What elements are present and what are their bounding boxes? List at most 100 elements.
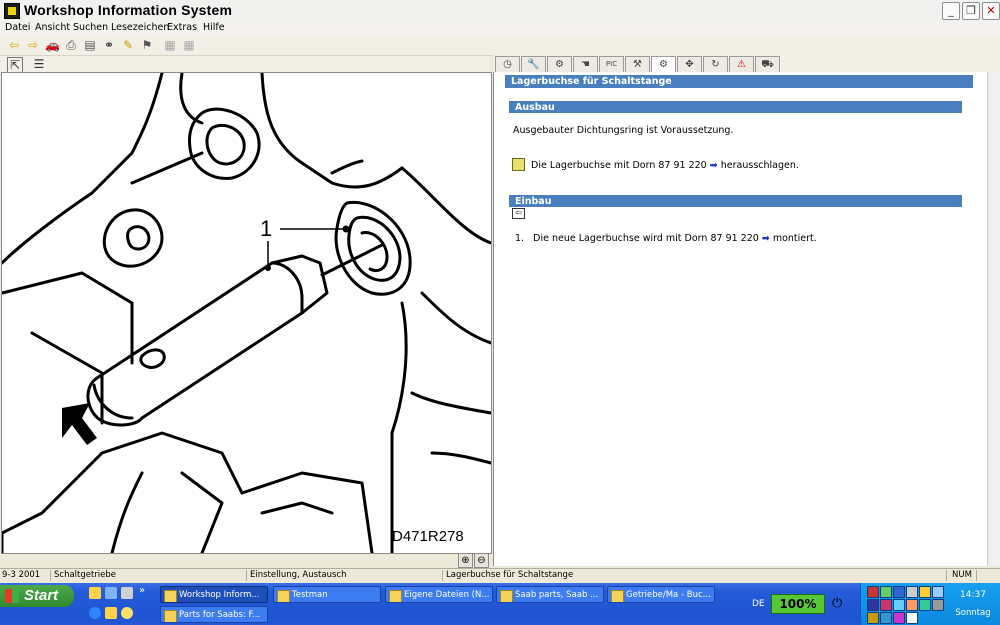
table-disabled-icon[interactable]: ▦ [182,38,196,52]
tab-car-lift[interactable]: ⛟ [755,56,780,72]
link-arrow-icon[interactable]: ➡ [710,160,718,171]
minimize-button[interactable]: _ [942,2,960,20]
tab-gears[interactable]: ⚙ [547,56,572,72]
tray-update-icon[interactable] [919,586,931,598]
folder-task-icon [389,590,402,602]
ausbau-step-text: Die Lagerbuchse mit Dorn 87 91 220 [531,160,707,171]
einbau-step-number: 1. [515,233,525,244]
task-testman[interactable]: Testman [273,586,381,603]
list-icon[interactable]: ☰ [32,57,46,71]
einbau-step-suffix: montiert. [772,233,817,244]
document-icon[interactable]: ▤ [83,38,97,52]
tab-rotate[interactable]: ↻ [703,56,728,72]
tab-warning[interactable]: ⚠ [729,56,754,72]
tray-wifi-icon[interactable] [919,599,931,611]
menu-ansicht[interactable]: Ansicht [35,22,70,33]
tray-sync-icon[interactable] [893,599,905,611]
title-bar[interactable]: Workshop Information System _ ❐ ✕ [0,0,1000,22]
maximize-button[interactable]: ❐ [962,2,980,20]
task-saab-parts[interactable]: Saab parts, Saab ... [496,586,604,603]
windows-flag-icon [5,589,19,603]
back-link-icon[interactable]: ⇦ [512,208,525,219]
info-tabs: ◷ 🔧 ⚙ ☚ PIC ⚒ ⚙ ✥ ↻ ⚠ ⛟ [493,55,1000,73]
tray-volume-icon[interactable] [932,586,944,598]
tray-bluetooth-icon[interactable] [893,586,905,598]
tray-device-icon[interactable] [932,599,944,611]
clock[interactable]: 14:37 [950,590,996,600]
tray-usb-icon[interactable] [906,612,918,624]
link-arrow-icon[interactable]: ➡ [762,233,770,244]
tray-printer-icon[interactable] [906,599,918,611]
menu-hilfe[interactable]: Hilfe [203,22,225,33]
tab-clock[interactable]: ◷ [495,56,520,72]
bookmark-icon[interactable]: ⚑ [140,38,154,52]
forward-arrow-icon[interactable]: ⇨ [26,38,40,52]
folder2-icon[interactable] [105,607,117,619]
menu-datei[interactable]: Datei [5,22,30,33]
status-page: Lagerbuchse für Schaltstange [444,570,947,581]
ausbau-note: Ausgebauter Dichtungsring ist Voraussetz… [513,125,734,136]
vertical-scrollbar[interactable] [987,72,1000,566]
grid-disabled-icon[interactable]: ▦ [163,38,177,52]
tab-hand[interactable]: ☚ [573,56,598,72]
browser-icon[interactable] [89,607,101,619]
tray-chat-icon[interactable] [893,612,905,624]
page-title: Lagerbuchse für Schaltstange [505,75,973,88]
illustration-pane: 1 [0,71,493,555]
tab-wrench[interactable]: 🔧 [521,56,546,72]
quicklaunch-more-icon[interactable]: » [139,585,145,596]
menu-bar: Datei Ansicht Suchen Lesezeichen Extras … [0,21,1000,35]
zoom-out-button[interactable]: ⊖ [474,553,489,568]
ausbau-step-suffix: herausschlagen. [720,160,799,171]
start-label: Start [24,587,59,604]
menu-extras[interactable]: Extras [167,22,197,33]
ausbau-step: Die Lagerbuchse mit Dorn 87 91 220 ➡ her… [531,160,799,171]
section-einbau-heading: Einbau [509,195,962,207]
menu-suchen[interactable]: Suchen [73,22,108,33]
section-ausbau-heading: Ausbau [509,101,962,113]
tray-connect-icon[interactable] [880,612,892,624]
tab-repair[interactable]: ⚙ [651,56,676,73]
status-bar: 9-3 2001 Schaltgetriebe Einstellung, Aus… [0,568,1000,583]
window-title: Workshop Information System [24,2,233,18]
browser-task-icon [164,610,177,622]
binoculars-icon[interactable]: ⚭ [102,38,116,52]
status-model: 9-3 2001 [0,570,51,581]
folder-icon[interactable] [89,587,101,599]
app-task-icon [164,590,177,602]
pencil-icon[interactable]: ✎ [121,38,135,52]
tray-network-icon[interactable] [880,586,892,598]
tab-pic[interactable]: PIC [599,56,624,72]
document-task-icon [611,590,624,602]
weekday: Sonntag [955,608,991,618]
browser-task-icon [500,590,513,602]
language-indicator[interactable]: DE [752,599,765,609]
messenger-icon[interactable] [121,607,133,619]
tab-move[interactable]: ✥ [677,56,702,72]
trash-icon[interactable] [121,587,133,599]
print-icon[interactable]: ⎙ [64,38,78,52]
task-workshop[interactable]: Workshop Inform... [160,586,268,603]
task-getriebe[interactable]: Getriebe/Ma - Buc... [607,586,715,603]
close-button[interactable]: ✕ [982,2,1000,20]
task-parts-for-saabs[interactable]: Parts for Saabs: F... [160,606,268,623]
tray-antivirus-icon[interactable] [867,612,879,624]
illustration-code: D471R278 [392,528,464,545]
tab-tool[interactable]: ⚒ [625,56,650,72]
tray-security-icon[interactable] [880,599,892,611]
power-plug-icon[interactable]: ⏻ [832,596,842,611]
zoom-in-button[interactable]: ⊕ [458,553,473,568]
tray-media-icon[interactable] [867,599,879,611]
battery-indicator[interactable]: 100% [771,594,825,614]
einbau-step: 1. Die neue Lagerbuchse wird mit Dorn 87… [515,233,817,244]
tray-app-icon[interactable] [867,586,879,598]
desktop-icon[interactable] [105,587,117,599]
car-icon[interactable]: 🚗 [45,38,60,52]
task-eigene-dateien[interactable]: Eigene Dateien (N... [385,586,493,603]
tray-shield-icon[interactable] [906,586,918,598]
menu-lesezeichen[interactable]: Lesezeichen [111,22,169,33]
bushing-drift-illustration: 1 [0,71,493,555]
navigate-icon[interactable]: ⇱ [7,57,23,73]
back-arrow-icon[interactable]: ⇦ [7,38,21,52]
start-button[interactable]: Start [0,585,74,607]
